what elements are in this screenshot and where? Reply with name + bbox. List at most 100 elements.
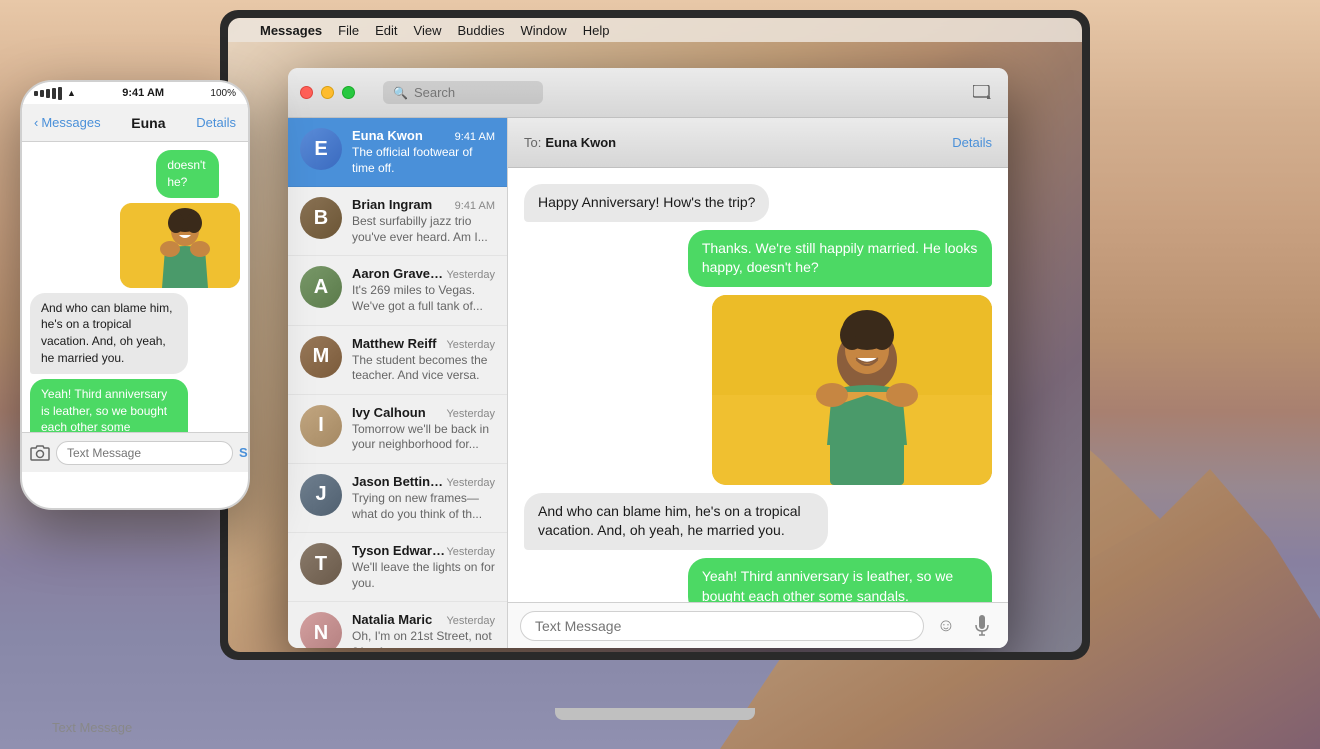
- avatar-euna: E: [300, 128, 342, 170]
- conversation-brian[interactable]: B Brian Ingram 9:41 AM Best surfabilly j…: [288, 187, 507, 256]
- window-titlebar: 🔍: [288, 68, 1008, 118]
- menubar-edit[interactable]: Edit: [375, 23, 397, 38]
- conversation-jason[interactable]: J Jason Bettin… Yesterday Trying on new …: [288, 464, 507, 533]
- conv-content-matthew: Matthew Reiff Yesterday The student beco…: [352, 336, 495, 384]
- conv-time-natalia: Yesterday: [446, 615, 495, 627]
- contact-name: Euna Kwon: [545, 135, 616, 150]
- chat-messages: Happy Anniversary! How's the trip? Thank…: [508, 168, 1008, 602]
- menubar-app-name[interactable]: Messages: [260, 23, 322, 38]
- conv-name-aaron: Aaron Grave…: [352, 266, 443, 281]
- chat-area: To: Euna Kwon Details Happy Anniversary!…: [508, 118, 1008, 648]
- iphone-statusbar: ▲ 9:41 AM 100%: [22, 82, 248, 104]
- avatar-brian: B: [300, 197, 342, 239]
- iphone-message-bubble: Yeah! Third anniversary is leather, so w…: [30, 379, 188, 432]
- conv-content-natalia: Natalia Maric Yesterday Oh, I'm on 21st …: [352, 612, 495, 648]
- messages-window: 🔍: [288, 68, 1008, 648]
- conv-name-brian: Brian Ingram: [352, 197, 432, 212]
- iphone-messages: doesn't he?: [22, 142, 248, 432]
- menubar-help[interactable]: Help: [583, 23, 610, 38]
- conversation-matthew[interactable]: M Matthew Reiff Yesterday The student be…: [288, 326, 507, 395]
- camera-icon: [30, 444, 50, 462]
- conv-preview-tyson: We'll leave the lights on for you.: [352, 560, 495, 591]
- conversation-natalia[interactable]: N Natalia Maric Yesterday Oh, I'm on 21s…: [288, 602, 507, 648]
- conv-time-tyson: Yesterday: [446, 546, 495, 558]
- message-bubble: Happy Anniversary! How's the trip?: [524, 184, 769, 222]
- menubar-file[interactable]: File: [338, 23, 359, 38]
- details-button[interactable]: Details: [952, 135, 992, 150]
- conv-preview-matthew: The student becomes the teacher. And vic…: [352, 353, 495, 384]
- conv-name-jason: Jason Bettin…: [352, 474, 443, 489]
- minimize-button[interactable]: [321, 86, 334, 99]
- conv-header-ivy: Ivy Calhoun Yesterday: [352, 405, 495, 420]
- avatar-ivy: I: [300, 405, 342, 447]
- conv-name-natalia: Natalia Maric: [352, 612, 432, 627]
- message-row: Yeah! Third anniversary is leather, so w…: [524, 558, 992, 602]
- conv-preview-euna: The official footwear of time off.: [352, 145, 495, 176]
- close-button[interactable]: [300, 86, 313, 99]
- conv-time-ivy: Yesterday: [446, 408, 495, 420]
- window-body: E Euna Kwon 9:41 AM The official footwea…: [288, 118, 1008, 648]
- chat-text-input[interactable]: [520, 611, 924, 641]
- avatar-jason: J: [300, 474, 342, 516]
- conv-content-aaron: Aaron Grave… Yesterday It's 269 miles to…: [352, 266, 495, 314]
- iphone-text-input[interactable]: [56, 441, 233, 465]
- message-row: Thanks. We're still happily married. He …: [524, 230, 992, 287]
- battery-status: 100%: [210, 88, 236, 99]
- signal-indicator: ▲: [34, 87, 76, 100]
- message-bubble: Yeah! Third anniversary is leather, so w…: [688, 558, 992, 602]
- conversation-ivy[interactable]: I Ivy Calhoun Yesterday Tomorrow we'll b…: [288, 395, 507, 464]
- iphone-send-button[interactable]: Send: [239, 445, 250, 460]
- to-label: To:: [524, 135, 541, 150]
- iphone-message-row: doesn't he?: [156, 150, 240, 198]
- conv-name-euna: Euna Kwon: [352, 128, 423, 143]
- message-row-image: [524, 295, 992, 485]
- emoji-button[interactable]: ☺: [932, 612, 960, 640]
- iphone-message-row: And who can blame him, he's on a tropica…: [30, 293, 240, 374]
- conv-time-matthew: Yesterday: [446, 339, 495, 351]
- conv-header-euna: Euna Kwon 9:41 AM: [352, 128, 495, 143]
- conversation-euna[interactable]: E Euna Kwon 9:41 AM The official footwea…: [288, 118, 507, 187]
- compose-button[interactable]: [968, 79, 996, 107]
- avatar-aaron: A: [300, 266, 342, 308]
- search-input[interactable]: [414, 85, 533, 100]
- conv-preview-natalia: Oh, I'm on 21st Street, not 21st Avenue.: [352, 629, 495, 648]
- menubar: Messages File Edit View Buddies Window H…: [228, 18, 1082, 42]
- text-message-label: Text Message: [52, 720, 132, 735]
- iphone-details-button[interactable]: Details: [196, 115, 236, 130]
- conv-preview-brian: Best surfabilly jazz trio you've ever he…: [352, 214, 495, 245]
- message-row: And who can blame him, he's on a tropica…: [524, 493, 992, 550]
- conv-header-matthew: Matthew Reiff Yesterday: [352, 336, 495, 351]
- person-svg: [712, 295, 992, 485]
- macbook-inner: Messages File Edit View Buddies Window H…: [228, 18, 1082, 652]
- macbook-screen: Messages File Edit View Buddies Window H…: [220, 10, 1090, 660]
- menubar-view[interactable]: View: [414, 23, 442, 38]
- microphone-button[interactable]: [968, 612, 996, 640]
- conversation-tyson[interactable]: T Tyson Edwar… Yesterday We'll leave the…: [288, 533, 507, 602]
- conv-time-euna: 9:41 AM: [455, 131, 495, 143]
- iphone-person-svg: [120, 203, 240, 288]
- conv-header-brian: Brian Ingram 9:41 AM: [352, 197, 495, 212]
- search-bar: 🔍: [383, 81, 543, 104]
- avatar-tyson: T: [300, 543, 342, 585]
- search-icon: 🔍: [393, 86, 408, 100]
- conv-content-ivy: Ivy Calhoun Yesterday Tomorrow we'll be …: [352, 405, 495, 453]
- menubar-buddies[interactable]: Buddies: [457, 23, 504, 38]
- conv-content-brian: Brian Ingram 9:41 AM Best surfabilly jaz…: [352, 197, 495, 245]
- maximize-button[interactable]: [342, 86, 355, 99]
- message-image: [712, 295, 992, 485]
- chat-header: To: Euna Kwon Details: [508, 118, 1008, 168]
- macbook-base: [555, 708, 755, 720]
- conv-preview-aaron: It's 269 miles to Vegas. We've got a ful…: [352, 283, 495, 314]
- conv-header-aaron: Aaron Grave… Yesterday: [352, 266, 495, 281]
- iphone-camera-button[interactable]: [30, 439, 50, 467]
- conv-preview-ivy: Tomorrow we'll be back in your neighborh…: [352, 422, 495, 453]
- iphone-message-bubble: doesn't he?: [156, 150, 219, 198]
- message-bubble: Thanks. We're still happily married. He …: [688, 230, 992, 287]
- conversation-aaron[interactable]: A Aaron Grave… Yesterday It's 269 miles …: [288, 256, 507, 325]
- conv-header-jason: Jason Bettin… Yesterday: [352, 474, 495, 489]
- back-button[interactable]: ‹ Messages: [34, 115, 101, 130]
- iphone-message-bubble: And who can blame him, he's on a tropica…: [30, 293, 188, 374]
- conv-time-brian: 9:41 AM: [455, 200, 495, 212]
- menubar-window[interactable]: Window: [520, 23, 566, 38]
- conversations-list: E Euna Kwon 9:41 AM The official footwea…: [288, 118, 508, 648]
